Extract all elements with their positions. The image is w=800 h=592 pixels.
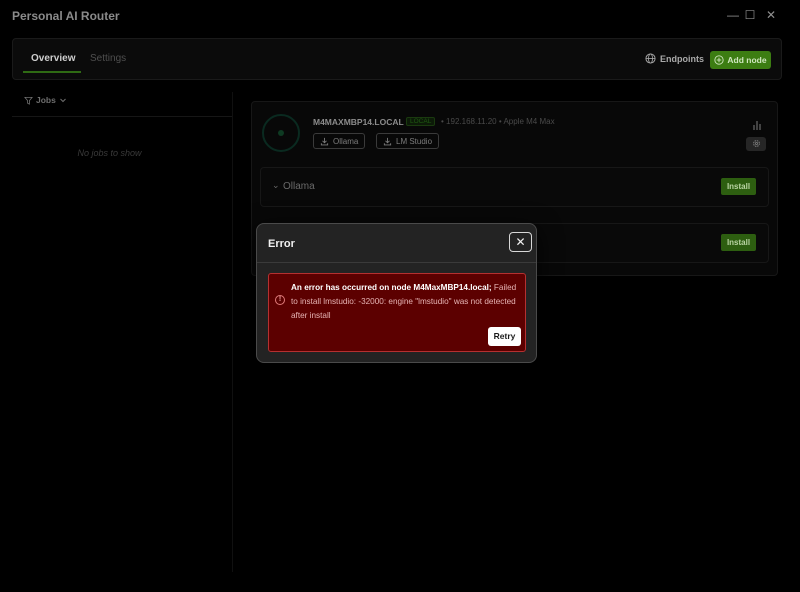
bar-chart-icon[interactable] bbox=[750, 119, 764, 131]
node-name: M4MAXMBP14.LOCAL bbox=[313, 117, 404, 127]
panel-divider bbox=[232, 92, 233, 572]
endpoints-label: Endpoints bbox=[660, 53, 704, 64]
tab-overview[interactable]: Overview bbox=[31, 53, 75, 64]
error-lead: An error has occurred on node M4MaxMBP14… bbox=[291, 283, 492, 292]
jobs-panel: Jobs No jobs to show bbox=[12, 90, 232, 570]
dialog-divider bbox=[257, 262, 536, 263]
gear-icon bbox=[752, 140, 760, 147]
add-node-button[interactable]: Add node bbox=[710, 51, 771, 69]
close-window-icon[interactable]: ✕ bbox=[764, 8, 778, 22]
minimize-icon[interactable]: — bbox=[726, 8, 740, 22]
chevron-down-icon[interactable]: ⌄ bbox=[272, 180, 280, 191]
node-status-icon bbox=[262, 114, 300, 152]
dialog-title: Error bbox=[268, 238, 295, 250]
alert-circle-icon: ! bbox=[275, 295, 285, 305]
download-icon bbox=[320, 137, 329, 145]
add-node-label: Add node bbox=[727, 55, 767, 65]
plus-circle-icon bbox=[714, 55, 725, 65]
error-dialog: Error ✕ ! An error has occurred on node … bbox=[256, 223, 537, 363]
install-button[interactable]: Install bbox=[721, 178, 756, 195]
local-badge: LOCAL bbox=[406, 117, 436, 126]
close-dialog-button[interactable]: ✕ bbox=[509, 232, 532, 252]
settings-button[interactable] bbox=[746, 137, 766, 151]
node-ip: 192.168.11.20 bbox=[446, 117, 497, 126]
error-alert: ! An error has occurred on node M4MaxMBP… bbox=[268, 273, 526, 352]
endpoints-button[interactable]: Endpoints bbox=[645, 53, 704, 64]
meta-separator: • bbox=[441, 117, 444, 126]
download-icon bbox=[383, 137, 392, 145]
install-ollama-pill[interactable]: Ollama bbox=[313, 133, 366, 149]
tab-settings[interactable]: Settings bbox=[90, 53, 126, 64]
title-bar: Personal AI Router — ☐ ✕ bbox=[0, 0, 800, 32]
jobs-filter-label: Jobs bbox=[36, 95, 56, 105]
provider-name: Ollama bbox=[283, 181, 315, 192]
retry-button[interactable]: Retry bbox=[488, 327, 521, 346]
install-button[interactable]: Install bbox=[721, 234, 756, 251]
pill-label: Ollama bbox=[333, 136, 359, 146]
error-message: An error has occurred on node M4MaxMBP14… bbox=[291, 281, 519, 323]
chevron-down-icon bbox=[59, 98, 66, 103]
maximize-icon[interactable]: ☐ bbox=[743, 8, 757, 22]
jobs-filter[interactable]: Jobs bbox=[24, 95, 67, 105]
jobs-divider bbox=[12, 116, 232, 117]
empty-jobs-message: No jobs to show bbox=[77, 148, 142, 158]
globe-icon bbox=[645, 53, 656, 64]
filter-icon bbox=[24, 96, 33, 105]
meta-separator: • bbox=[498, 117, 502, 126]
app-title: Personal AI Router bbox=[12, 9, 120, 23]
provider-row-ollama[interactable]: ⌄ Ollama Install bbox=[260, 167, 769, 207]
pill-label: LM Studio bbox=[396, 136, 433, 146]
active-tab-indicator bbox=[23, 71, 81, 73]
install-lmstudio-pill[interactable]: LM Studio bbox=[376, 133, 440, 149]
node-meta: • 192.168.11.20 • Apple M4 Max bbox=[441, 117, 555, 126]
node-device: Apple M4 Max bbox=[503, 117, 555, 126]
top-nav: Overview Settings Endpoints Add node bbox=[12, 38, 782, 80]
